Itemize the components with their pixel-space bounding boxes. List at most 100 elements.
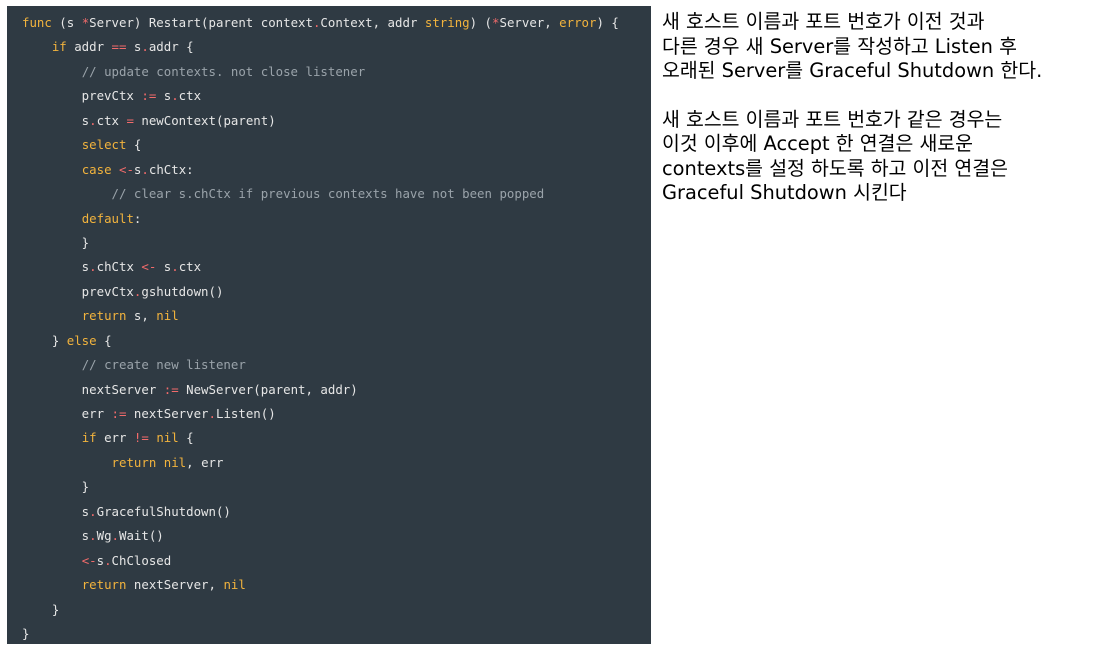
description-line: contexts를 설정 하도록 하고 이전 연결은 — [662, 156, 1008, 180]
code-line: prevCtx := s.ctx — [22, 84, 651, 108]
code-token: s — [156, 259, 172, 275]
code-token: Server, — [499, 15, 560, 30]
code-line: s.Wg.Wait() — [22, 524, 651, 548]
code-line: } — [22, 231, 651, 255]
code-token: // create new listener — [81, 357, 246, 373]
code-lines: func (s *Server) Restart(parent context.… — [22, 11, 651, 644]
code-token: if — [51, 39, 67, 55]
code-token: . — [89, 259, 97, 275]
code-token: string — [424, 15, 470, 30]
code-line: // create new listener — [22, 353, 651, 377]
code-line: // update contexts. not close listener — [22, 60, 651, 84]
code-token: NewServer(parent, addr) — [178, 381, 358, 397]
code-token: gshutdown() — [141, 283, 224, 299]
code-token: prevCtx — [22, 283, 134, 299]
code-line: // clear s.chCtx if previous contexts ha… — [22, 182, 651, 206]
code-token: addr — [66, 39, 112, 55]
code-token: prevCtx — [22, 88, 142, 104]
code-token: func — [22, 15, 52, 30]
code-token: return — [81, 577, 127, 593]
code-token: := — [141, 88, 157, 104]
code-token: // clear s.chCtx if previous contexts ha… — [111, 186, 545, 202]
description-paragraph-1: 새 호스트 이름과 포트 번호가 이전 것과 다른 경우 새 Server를 작… — [662, 10, 1112, 84]
code-token: select — [81, 137, 127, 153]
code-token: case — [81, 161, 112, 177]
code-line: if err != nil { — [22, 426, 651, 450]
description-line: 새 호스트 이름과 포트 번호가 이전 것과 — [662, 10, 985, 33]
code-token: } — [22, 479, 90, 495]
code-token: . — [141, 39, 149, 55]
code-token: nil — [156, 308, 179, 324]
description-line: 오래된 Server를 Graceful Shutdown 한다. — [662, 59, 1043, 82]
code-token: . — [141, 161, 149, 177]
code-token: s — [22, 112, 90, 128]
code-token: s — [22, 528, 90, 544]
code-token: . — [111, 528, 119, 544]
code-token: == — [111, 39, 127, 55]
code-line: return s, nil — [22, 304, 651, 328]
code-token: Wait() — [119, 528, 164, 544]
code-token: , err — [186, 454, 224, 470]
code-token: nextServer — [22, 381, 164, 397]
code-token: addr { — [148, 39, 194, 55]
code-token: error — [559, 15, 597, 30]
code-token: chCtx: — [148, 161, 194, 177]
code-line: <-s.ChClosed — [22, 549, 651, 573]
code-token: nil — [223, 577, 246, 593]
code-token: <- — [141, 259, 157, 275]
code-token: . — [89, 112, 97, 128]
code-token: } — [22, 625, 30, 641]
code-token: . — [171, 88, 179, 104]
code-token: err — [22, 406, 112, 421]
code-line: case <-s.chCtx: — [22, 158, 651, 182]
code-token: (s — [51, 15, 82, 30]
code-token: s — [156, 88, 172, 104]
code-token: . — [208, 406, 216, 421]
code-token: ) ( — [469, 15, 493, 30]
description-line: Graceful Shutdown 시킨다 — [662, 181, 907, 204]
code-line: } — [22, 622, 651, 644]
code-line: return nil, err — [22, 451, 651, 475]
code-token: nil — [156, 430, 179, 446]
code-token: Wg — [96, 528, 112, 544]
code-token: default — [81, 210, 134, 226]
code-line: if addr == s.addr { — [22, 35, 651, 59]
code-line: func (s *Server) Restart(parent context.… — [22, 11, 651, 35]
code-line: default: — [22, 207, 651, 231]
code-token: s, — [126, 308, 157, 324]
code-token: ctx — [178, 88, 202, 104]
code-token: nextServer — [126, 406, 209, 421]
code-line: } — [22, 475, 651, 499]
description-line: 새 호스트 이름과 포트 번호가 같은 경우는 — [662, 107, 1003, 131]
code-token: { — [178, 430, 194, 446]
code-token: . — [104, 552, 112, 568]
code-token: } — [22, 332, 67, 348]
code-token: } — [22, 601, 60, 617]
code-token: . — [89, 503, 97, 519]
code-token: } — [22, 234, 90, 250]
description-line: 다른 경우 새 Server를 작성하고 Listen 후 — [662, 34, 1017, 58]
code-token: newContext(parent) — [133, 112, 276, 128]
code-token: chCtx — [96, 259, 142, 275]
description-paragraph-2: 새 호스트 이름과 포트 번호가 같은 경우는 이것 이후에 Accept 한 … — [662, 108, 1112, 206]
code-token: GracefulShutdown() — [96, 503, 231, 519]
code-token: { — [96, 332, 112, 348]
code-line: err := nextServer.Listen() — [22, 402, 651, 426]
code-token: := — [111, 406, 127, 421]
code-token: nil — [163, 454, 187, 470]
code-token: : — [133, 210, 142, 226]
code-token: <- — [119, 161, 134, 177]
code-token: . — [171, 259, 179, 275]
